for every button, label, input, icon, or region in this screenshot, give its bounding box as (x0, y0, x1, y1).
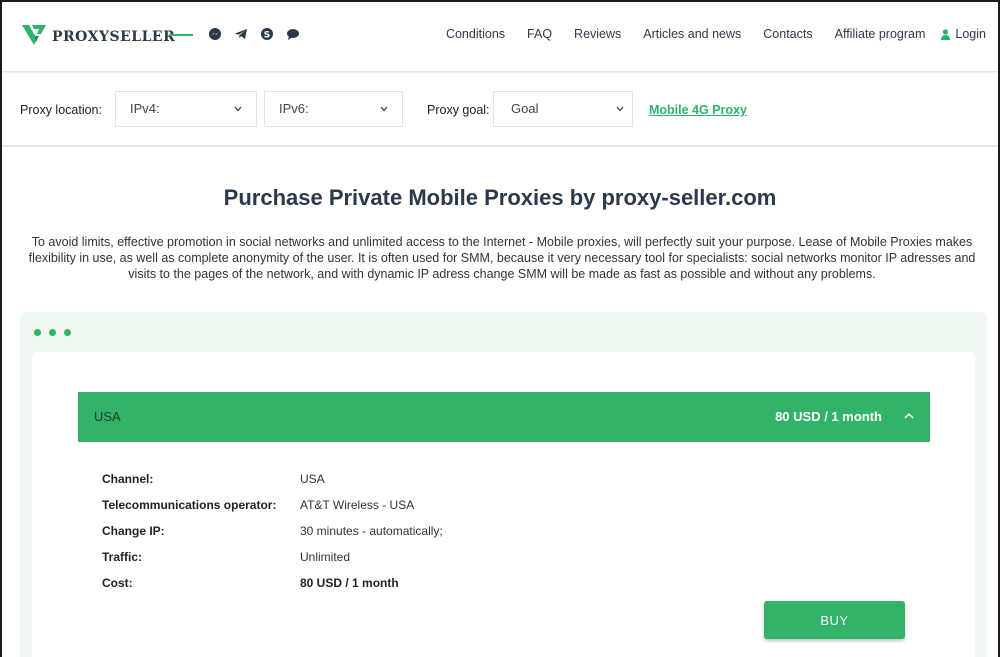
site-header: PROXYSELLER S Conditions FAQ Reviews Art… (2, 2, 998, 72)
logo-text: PROXYSELLER (52, 28, 176, 45)
messenger-icon[interactable] (208, 27, 222, 41)
chevron-down-icon (616, 106, 624, 112)
telegram-icon[interactable] (234, 27, 248, 41)
detail-value: 80 USD / 1 month (300, 576, 399, 590)
social-links: S (208, 27, 300, 41)
nav-conditions[interactable]: Conditions (446, 27, 505, 41)
chevron-down-icon (380, 106, 388, 112)
goal-select-value: Goal (511, 101, 539, 116)
proxy-location-label: Proxy location: (20, 103, 102, 117)
detail-label: Channel: (102, 472, 154, 486)
detail-value: Unlimited (300, 550, 351, 564)
offer-country: USA (94, 409, 121, 424)
page-title: Purchase Private Mobile Proxies by proxy… (223, 185, 777, 210)
chat-icon[interactable] (286, 27, 300, 41)
goal-select[interactable]: Goal (493, 91, 633, 127)
ipv6-select-value: IPv6: (279, 101, 309, 116)
nav-affiliate-program[interactable]: Affiliate program (835, 27, 926, 41)
offer-price: 80 USD / 1 month (775, 409, 882, 424)
offer-panel: USA 80 USD / 1 month Channel: USA Teleco… (20, 312, 987, 657)
user-icon (941, 28, 951, 40)
ipv4-select[interactable]: IPv4: (115, 91, 257, 127)
page-frame: PROXYSELLER S Conditions FAQ Reviews Art… (0, 0, 1000, 657)
proxy-goal-label: Proxy goal: (427, 103, 490, 117)
chevron-down-icon (234, 106, 242, 112)
detail-label: Traffic: (102, 550, 143, 564)
dot (49, 329, 56, 336)
buy-button[interactable]: BUY (764, 601, 905, 639)
detail-label: Telecommunications operator: (102, 498, 277, 512)
svg-text:S: S (264, 31, 270, 41)
detail-value: USA (300, 472, 325, 486)
logo[interactable]: PROXYSELLER (20, 20, 175, 53)
detail-label: Change IP: (102, 524, 165, 538)
main-nav: Conditions FAQ Reviews Articles and news… (446, 27, 986, 41)
dot (34, 329, 41, 336)
offer-header-bar[interactable]: USA 80 USD / 1 month (78, 392, 930, 442)
page-description: To avoid limits, effective promotion in … (28, 235, 976, 281)
window-dots (34, 329, 71, 336)
offer-card: USA 80 USD / 1 month Channel: USA Teleco… (32, 352, 975, 657)
login-link[interactable]: Login (941, 27, 986, 41)
logo-mark-icon (20, 20, 48, 53)
detail-value: 30 minutes - automatically; (300, 524, 443, 538)
dot (64, 329, 71, 336)
ipv6-select[interactable]: IPv6: (264, 91, 403, 127)
detail-label: Cost: (102, 576, 133, 590)
nav-reviews[interactable]: Reviews (574, 27, 621, 41)
detail-value: AT&T Wireless - USA (300, 498, 415, 512)
ipv4-select-value: IPv4: (130, 101, 160, 116)
chevron-up-icon[interactable] (904, 412, 914, 419)
nav-articles-and-news[interactable]: Articles and news (643, 27, 741, 41)
skype-icon[interactable]: S (260, 27, 274, 41)
login-label: Login (955, 27, 986, 41)
logo-divider (169, 34, 193, 36)
filter-bar: Proxy location: IPv4: IPv6: Proxy goal: … (2, 73, 998, 145)
nav-faq[interactable]: FAQ (527, 27, 552, 41)
nav-contacts[interactable]: Contacts (763, 27, 812, 41)
main-content: Purchase Private Mobile Proxies by proxy… (2, 147, 998, 657)
mobile-4g-proxy-link[interactable]: Mobile 4G Proxy (649, 103, 747, 117)
